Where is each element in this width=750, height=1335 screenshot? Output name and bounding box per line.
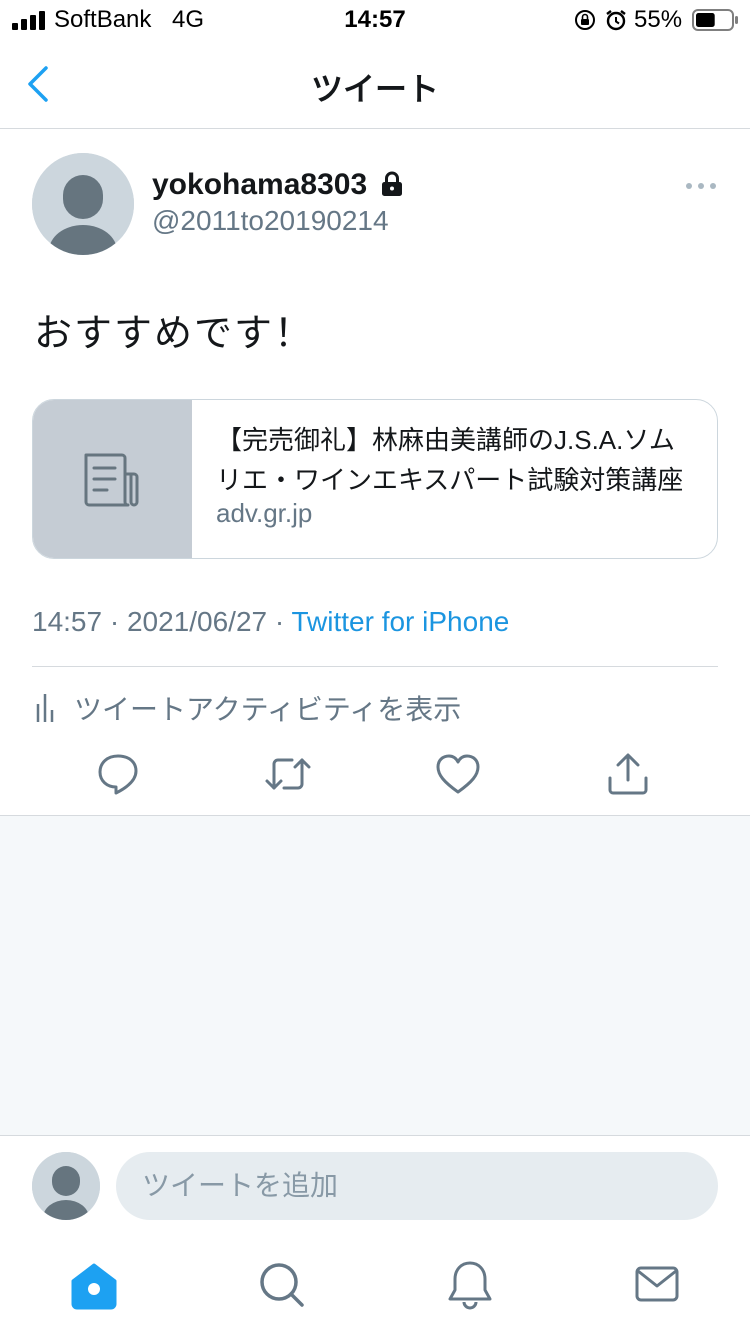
divider	[32, 666, 718, 667]
tweet-activity-button[interactable]: ツイートアクティビティを表示	[34, 688, 494, 728]
share-button[interactable]	[604, 750, 652, 798]
link-card-domain: adv.gr.jp	[216, 498, 313, 528]
tweet-timestamp: 14:57 · 2021/06/27 ·	[32, 606, 292, 637]
more-options-button[interactable]	[684, 172, 718, 200]
tab-messages[interactable]	[627, 1255, 687, 1315]
author-avatar[interactable]	[32, 153, 134, 255]
like-button[interactable]	[434, 750, 482, 798]
battery-percent: 55%	[634, 6, 683, 33]
tweet-activity-label: ツイートアクティビティを表示	[74, 694, 462, 725]
tab-notifications[interactable]	[440, 1255, 500, 1315]
more-horizontal-icon	[686, 183, 716, 189]
messages-icon	[635, 1266, 679, 1302]
replies-area	[0, 816, 750, 1135]
default-profile-icon	[32, 153, 134, 255]
tweet-meta: 14:57 · 2021/06/27 · Twitter for iPhone	[32, 606, 509, 638]
nav-bar: ツイート	[0, 40, 750, 129]
tab-home[interactable]	[64, 1255, 124, 1315]
link-card[interactable]: 【完売御礼】林麻由美講師のJ.S.A.ソムリエ・ワインエキスパート試験対策講座 …	[32, 399, 718, 559]
status-bar: SoftBank 4G 14:57 55%	[0, 0, 750, 40]
reply-input[interactable]	[116, 1152, 718, 1220]
search-icon	[260, 1263, 304, 1307]
default-profile-icon	[32, 1152, 100, 1220]
tweet-text: おすすめです！	[34, 313, 315, 355]
author-name[interactable]: yokohama8303	[152, 168, 405, 202]
activity-chart-icon	[36, 694, 54, 722]
battery-icon	[692, 9, 738, 31]
orientation-lock-icon	[575, 10, 595, 30]
link-card-thumbnail	[33, 400, 192, 558]
tweet-source-link[interactable]: Twitter for iPhone	[291, 606, 509, 637]
reply-icon	[98, 754, 138, 795]
reply-button[interactable]	[94, 750, 142, 798]
home-icon	[71, 1263, 117, 1310]
author-display-name: yokohama8303	[152, 168, 368, 201]
like-icon	[436, 754, 480, 794]
retweet-button[interactable]	[264, 750, 312, 798]
my-avatar	[32, 1152, 100, 1220]
page-title: ツイート	[310, 71, 439, 107]
tab-search[interactable]	[252, 1255, 312, 1315]
alarm-icon	[606, 10, 626, 31]
lock-icon	[382, 171, 403, 196]
notifications-icon	[448, 1261, 492, 1310]
document-icon	[84, 453, 139, 507]
link-card-title: 【完売御礼】林麻由美講師のJ.S.A.ソムリエ・ワインエキスパート試験対策講座	[216, 425, 684, 495]
retweet-icon	[265, 758, 311, 790]
share-icon	[608, 753, 648, 795]
author-handle: @2011to20190214	[152, 205, 389, 236]
